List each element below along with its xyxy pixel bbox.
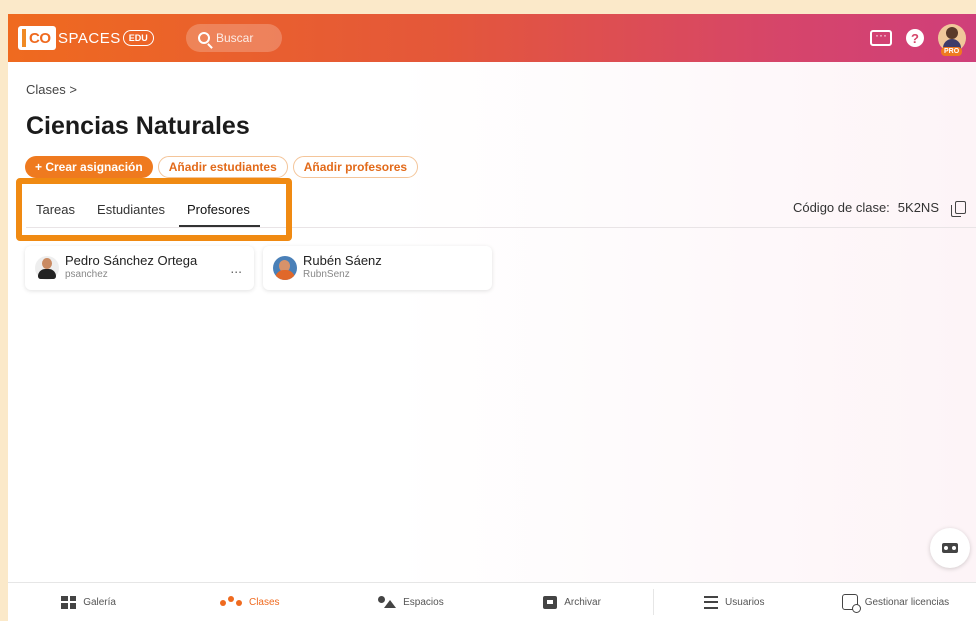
class-code-label: Código de clase: [792, 200, 890, 215]
teacher-username: RubnSenz [303, 269, 350, 280]
header-actions: ? PRO [870, 24, 966, 56]
keyboard-icon[interactable] [870, 28, 892, 46]
search-input[interactable]: Buscar [186, 24, 282, 52]
teacher-list: Pedro Sánchez Ortega psanchez ... Rubén … [25, 246, 492, 290]
class-actions: + Crear asignación Añadir estudiantes Añ… [25, 156, 419, 178]
main-content: Clases > Ciencias Naturales + Crear asig… [8, 62, 976, 582]
teacher-info: Rubén Sáenz RubnSenz [303, 253, 382, 280]
add-students-button[interactable]: Añadir estudiantes [157, 156, 288, 178]
nav-item-galeria[interactable]: Galería [8, 583, 169, 621]
nav-item-archivar[interactable]: Archivar [492, 583, 653, 621]
search-placeholder: Buscar [216, 31, 254, 45]
nav-item-clases[interactable]: Clases [169, 583, 330, 621]
breadcrumb[interactable]: Clases > [26, 82, 77, 97]
nav-item-gestionar-licencias[interactable]: Gestionar licencias [815, 583, 976, 621]
copy-icon[interactable] [951, 201, 966, 217]
teacher-username: psanchez [65, 269, 108, 280]
logo-bar [22, 29, 26, 47]
nav-label: Galería [83, 596, 116, 608]
people-icon [219, 596, 242, 608]
nav-label: Espacios [403, 596, 444, 608]
nav-item-espacios[interactable]: Espacios [330, 583, 491, 621]
tab-tareas[interactable]: Tareas [36, 202, 75, 227]
vr-mode-button[interactable] [930, 528, 970, 568]
teacher-info: Pedro Sánchez Ortega psanchez [65, 253, 197, 280]
class-tabs: Tareas Estudiantes Profesores [36, 202, 260, 227]
create-assignment-button[interactable]: + Crear asignación [25, 156, 153, 178]
avatar [273, 256, 297, 280]
page-title: Ciencias Naturales [26, 112, 250, 140]
teacher-card[interactable]: Pedro Sánchez Ortega psanchez ... [25, 246, 254, 290]
logo-mark: CO [18, 26, 56, 50]
logo-text: SPACES [58, 29, 121, 47]
spaces-icon [378, 596, 397, 608]
teacher-name: Pedro Sánchez Ortega [65, 253, 198, 268]
tab-divider [26, 227, 976, 228]
nav-item-usuarios[interactable]: Usuarios [654, 583, 815, 621]
tab-profesores[interactable]: Profesores [178, 202, 260, 227]
class-code-value: 5K2NS [897, 200, 939, 215]
top-bar: CO SPACES EDU Buscar ? PRO [8, 14, 976, 62]
nav-label: Clases [248, 596, 280, 608]
help-icon[interactable]: ? [906, 29, 924, 47]
tab-estudiantes[interactable]: Estudiantes [97, 202, 165, 227]
nav-label: Gestionar licencias [864, 596, 950, 608]
logo-edu-badge: EDU [122, 30, 154, 46]
grid-icon [61, 595, 77, 609]
pro-badge: PRO [941, 47, 963, 56]
add-teachers-button[interactable]: Añadir profesores [292, 156, 419, 178]
cospaces-logo[interactable]: CO SPACES EDU [18, 26, 154, 50]
nav-label: Usuarios [725, 596, 765, 608]
search-icon [198, 32, 210, 44]
user-avatar[interactable]: PRO [938, 24, 966, 56]
teacher-name: Rubén Sáenz [303, 253, 382, 268]
more-options-icon[interactable]: ... [230, 260, 242, 276]
teacher-card[interactable]: Rubén Sáenz RubnSenz [263, 246, 492, 290]
app-window: CO SPACES EDU Buscar ? PRO Clases > Cien… [8, 14, 976, 621]
avatar [35, 256, 59, 280]
class-code: Código de clase: 5K2NS [792, 200, 966, 217]
vr-headset-icon [942, 543, 958, 553]
license-icon [841, 594, 861, 613]
archive-icon [543, 595, 558, 609]
logo-co: CO [29, 29, 51, 47]
users-icon [704, 595, 719, 609]
bottom-navigation: Galería Clases Espacios Archivar Usuario… [8, 582, 976, 621]
nav-label: Archivar [564, 596, 601, 608]
